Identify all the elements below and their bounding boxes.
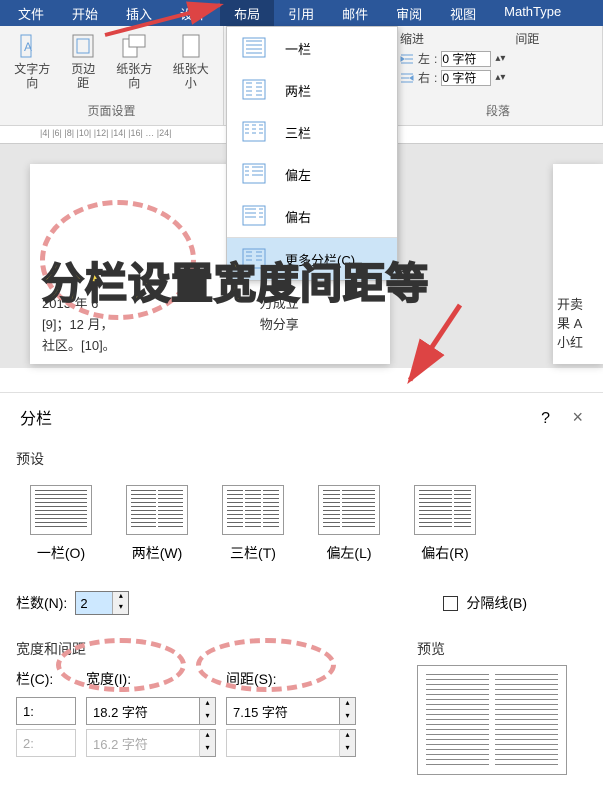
- indent-left[interactable]: 左: ▴▾: [400, 49, 505, 68]
- page-right: 开卖 果 A 小红: [553, 164, 603, 364]
- doc-text: 社区。[10]。: [42, 336, 116, 357]
- cols-count-input[interactable]: [76, 592, 112, 614]
- dialog-title: 分栏: [20, 405, 52, 429]
- cols-count-label: 栏数(N):: [16, 593, 67, 613]
- dropdown-one-column[interactable]: 一栏: [227, 27, 397, 69]
- dropdown-right[interactable]: 偏右: [227, 195, 397, 237]
- indent-left-icon: [400, 53, 414, 65]
- annotation-text: 分栏设置宽度间距等: [42, 250, 429, 311]
- preset-three[interactable]: 三栏(T): [222, 485, 284, 563]
- row2-num: 2:: [16, 729, 76, 757]
- tab-bar: 文件 开始 插入 设计 布局 引用 邮件 审阅 视图 MathType: [0, 0, 603, 26]
- two-column-icon: [241, 79, 269, 101]
- tab-review[interactable]: 审阅: [382, 0, 436, 26]
- row1-width[interactable]: 18.2 字符: [86, 697, 200, 725]
- tab-references[interactable]: 引用: [274, 0, 328, 26]
- indent-right-input[interactable]: [441, 70, 491, 86]
- margins-button[interactable]: 页边距: [63, 30, 104, 93]
- one-column-icon: [241, 37, 269, 59]
- spin-down[interactable]: ▾: [113, 603, 128, 614]
- spacing-label: 间距: [515, 30, 539, 47]
- dialog-close-button[interactable]: ×: [572, 407, 583, 427]
- separator-checkbox[interactable]: [443, 596, 458, 611]
- group-label-paragraph: 段落: [400, 102, 596, 121]
- doc-text: 物分享: [260, 315, 299, 336]
- indent-right-icon: [400, 72, 414, 84]
- tab-mathtype[interactable]: MathType: [490, 0, 575, 26]
- annotation-arrow: [100, 0, 240, 40]
- indent-right[interactable]: 右: ▴▾: [400, 68, 505, 87]
- preview-label: 预览: [417, 633, 587, 665]
- left-column-icon: [241, 163, 269, 185]
- preset-right[interactable]: 偏右(R): [414, 485, 476, 563]
- annotation-circle: [56, 638, 186, 692]
- tab-view[interactable]: 视图: [436, 0, 490, 26]
- columns-dialog: 分栏 ? × 预设 一栏(O) 两栏(W) 三栏(T) 偏左(L) 偏右(R) …: [0, 392, 603, 785]
- annotation-arrow: [400, 300, 480, 390]
- presets-label: 预设: [16, 443, 587, 475]
- text-direction-button[interactable]: A文字方向: [6, 30, 59, 93]
- dropdown-three-columns[interactable]: 三栏: [227, 111, 397, 153]
- row1-num: 1:: [16, 697, 76, 725]
- dropdown-two-columns[interactable]: 两栏: [227, 69, 397, 111]
- tab-mail[interactable]: 邮件: [328, 0, 382, 26]
- preset-one[interactable]: 一栏(O): [30, 485, 92, 563]
- columns-dropdown: 一栏 两栏 三栏 偏左 偏右 更多分栏(C)...: [226, 26, 398, 281]
- indent-label: 缩进: [400, 30, 505, 49]
- three-column-icon: [241, 121, 269, 143]
- row1-spacing[interactable]: 7.15 字符: [226, 697, 340, 725]
- row2-spacing: [226, 729, 340, 757]
- row2-width: 16.2 字符: [86, 729, 200, 757]
- cols-count-spinner[interactable]: ▴▾: [75, 591, 129, 615]
- preview-box: [417, 665, 567, 775]
- preset-left[interactable]: 偏左(L): [318, 485, 380, 563]
- preset-two[interactable]: 两栏(W): [126, 485, 188, 563]
- dialog-help-button[interactable]: ?: [541, 410, 550, 427]
- group-label-page-setup: 页面设置: [6, 102, 217, 121]
- annotation-circle: [196, 638, 336, 692]
- separator-label: 分隔线(B): [466, 593, 527, 613]
- svg-text:A: A: [24, 40, 32, 54]
- indent-left-input[interactable]: [441, 51, 491, 67]
- right-column-icon: [241, 205, 269, 227]
- tab-file[interactable]: 文件: [4, 0, 58, 26]
- dropdown-left[interactable]: 偏左: [227, 153, 397, 195]
